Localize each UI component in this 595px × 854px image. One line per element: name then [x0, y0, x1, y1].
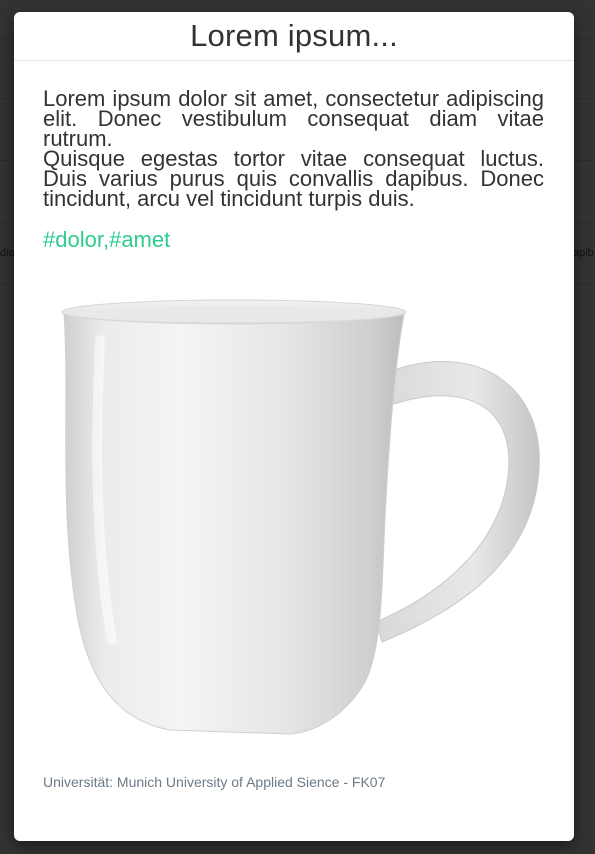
modal-title: Lorem ipsum...	[190, 18, 398, 53]
product-description: Lorem ipsum dolor sit amet, consectetur …	[43, 86, 544, 211]
hashtag-amet[interactable]: #amet	[109, 227, 170, 252]
modal-header: Lorem ipsum...	[14, 12, 574, 61]
university-footer: Universität: Munich University of Applie…	[43, 774, 386, 790]
description-paragraph-2: Quisque egestas tortor vitae consequat l…	[43, 146, 544, 211]
hashtag-list: #dolor,#amet	[43, 227, 544, 253]
mug-icon	[61, 299, 540, 735]
description-paragraph-1: Lorem ipsum dolor sit amet, consectetur …	[43, 86, 544, 151]
hashtag-dolor[interactable]: #dolor	[43, 227, 103, 252]
modal-body: Lorem ipsum dolor sit amet, consectetur …	[14, 61, 574, 253]
product-modal: Lorem ipsum... Lorem ipsum dolor sit ame…	[14, 12, 574, 841]
